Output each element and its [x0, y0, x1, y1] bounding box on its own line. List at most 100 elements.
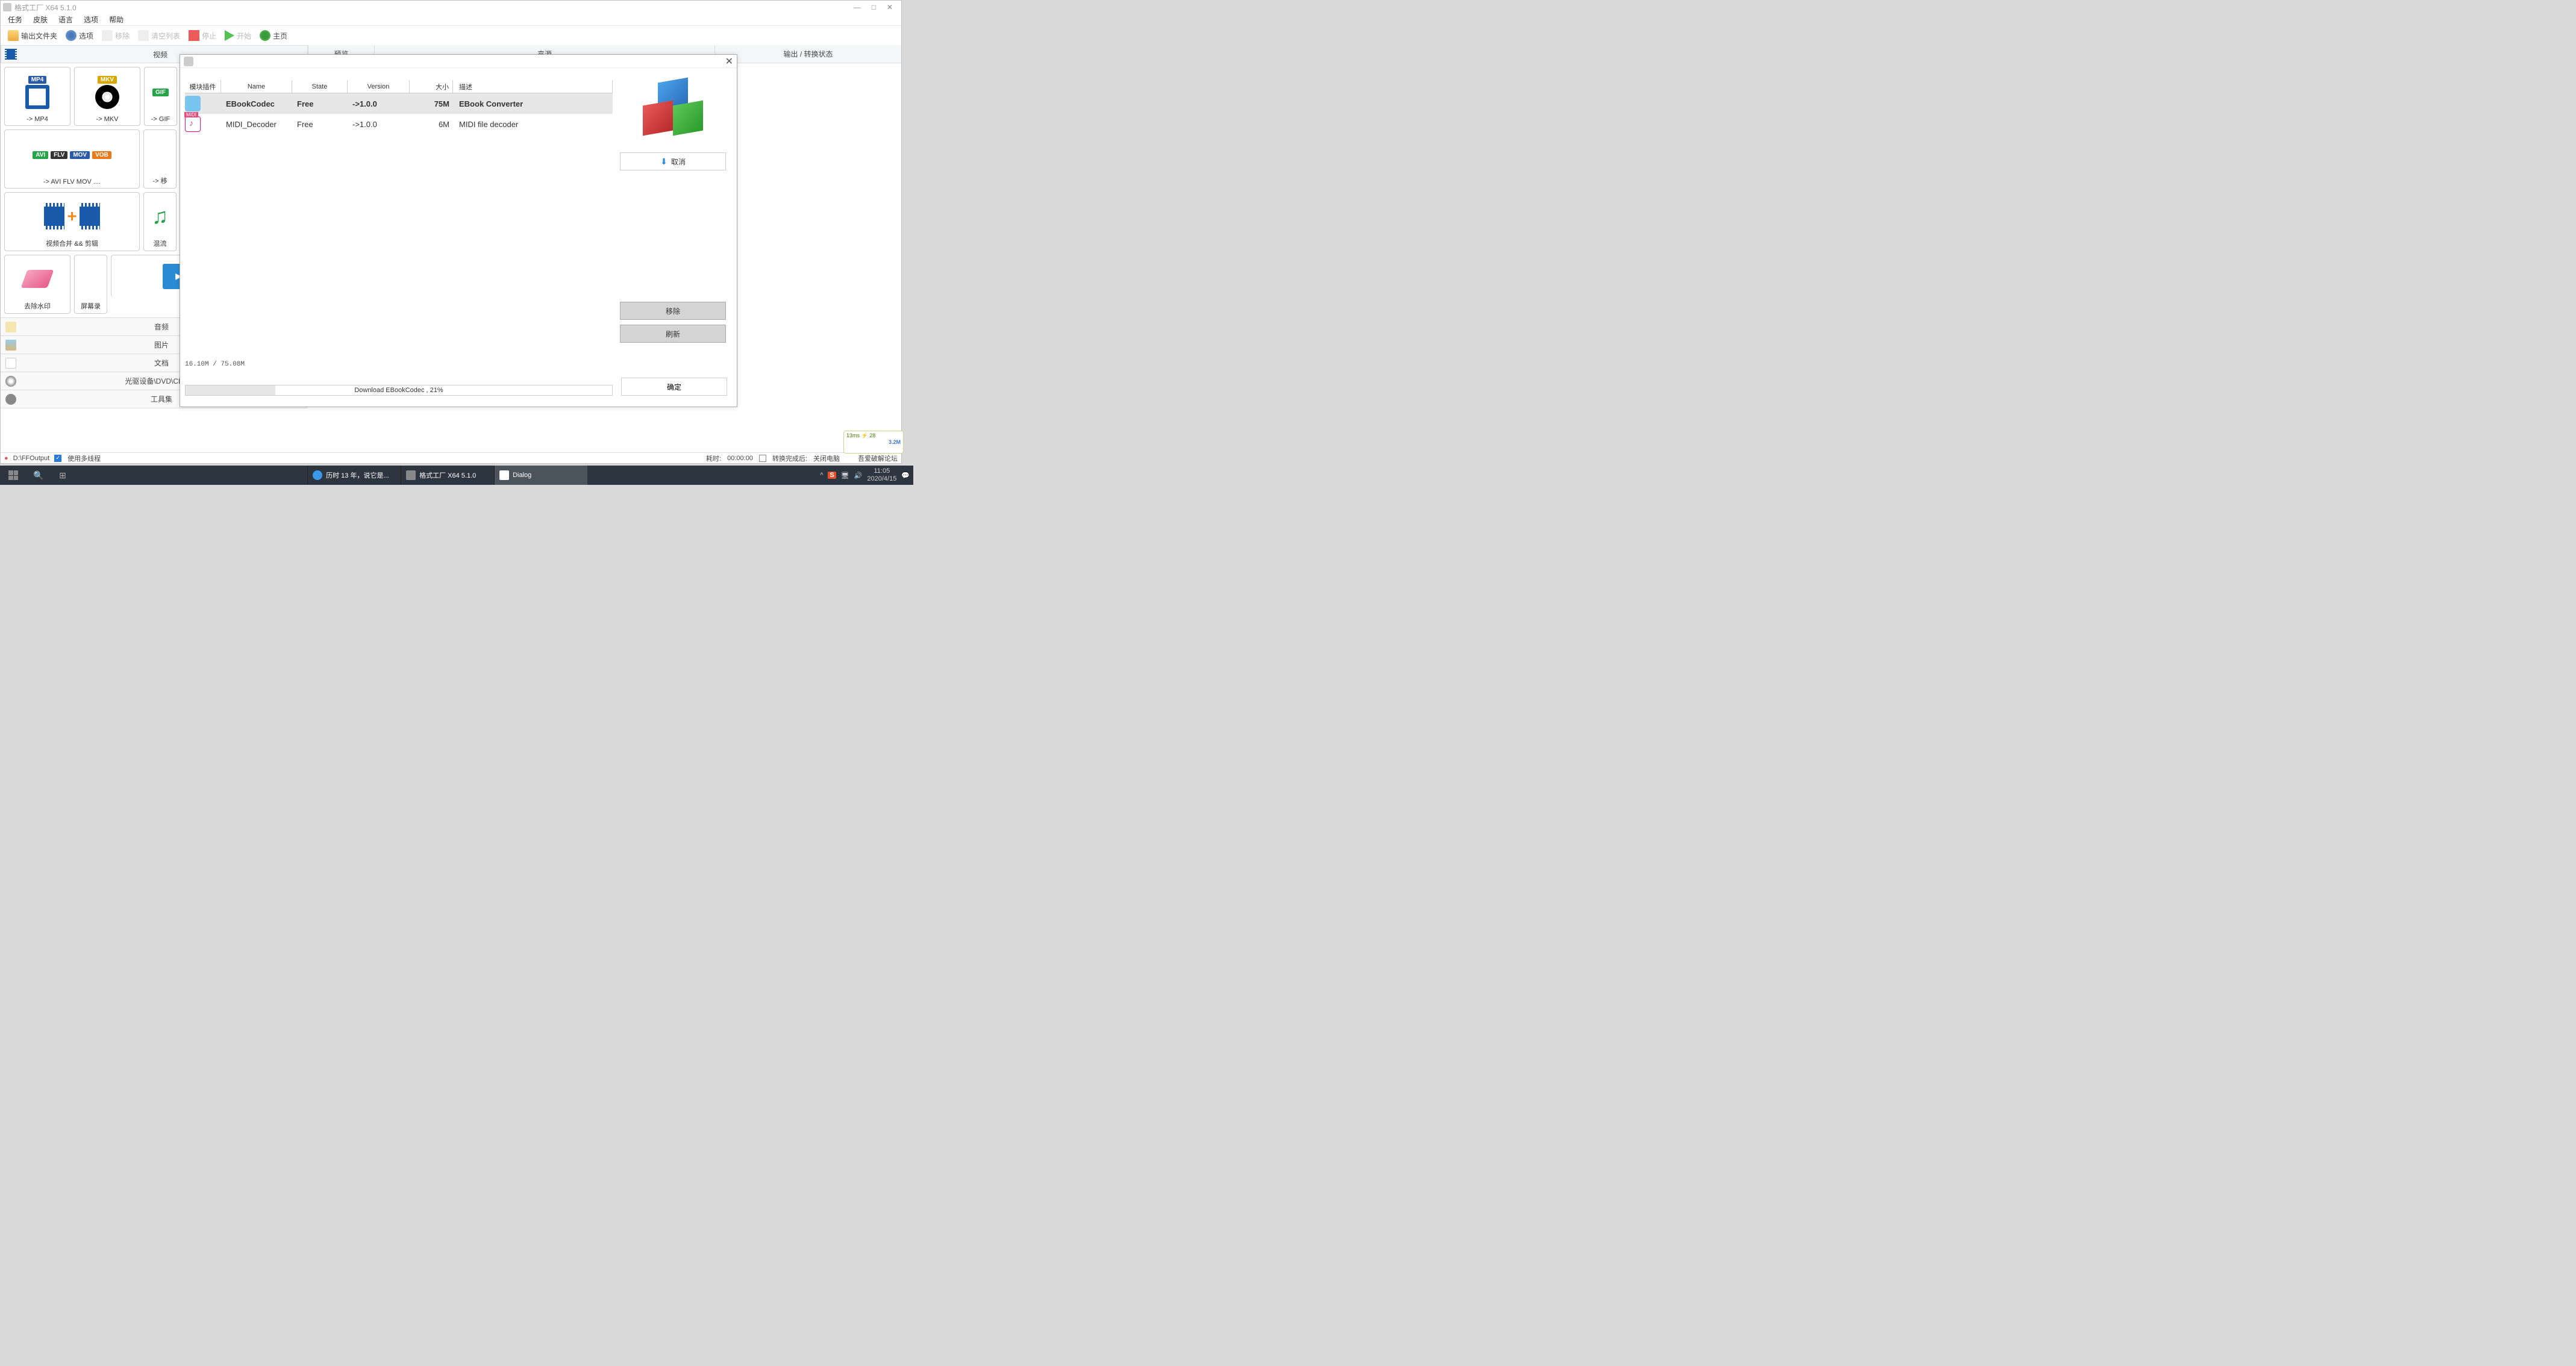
dialog-close-button[interactable]: ✕	[725, 55, 733, 67]
after-checkbox[interactable]	[759, 455, 766, 462]
plugin-dialog: ✕ 模块插件 Name State Version 大小 描述 EBookCod…	[180, 54, 737, 407]
toolbar-remove[interactable]: 移除	[98, 29, 133, 42]
format-mobile[interactable]: -> 移	[143, 129, 177, 189]
elapsed-label: 耗时:	[706, 454, 721, 463]
screenrec-label: 屏幕录	[81, 301, 101, 311]
elapsed-value: 00:00:00	[727, 455, 753, 462]
aviflv-label: -> AVI FLV MOV ....	[43, 178, 101, 186]
progress-label: Download EBookCodec , 21%	[186, 385, 612, 395]
sogou-icon[interactable]: S	[828, 472, 836, 479]
avi-badge: AVI	[33, 151, 48, 159]
play-icon	[225, 30, 234, 41]
tray-up-icon[interactable]: ^	[820, 472, 823, 479]
format-merge-cut[interactable]: + 视频合并 && 剪辑	[4, 192, 140, 251]
toolbar-home[interactable]: 主页	[256, 29, 291, 42]
format-remove-watermark[interactable]: 去除水印	[4, 255, 70, 314]
title-bar: 格式工厂 X64 5.1.0 — □ ✕	[1, 1, 901, 14]
menu-help[interactable]: 帮助	[109, 14, 123, 25]
cell-desc: EBook Converter	[453, 99, 613, 108]
plus-icon: +	[67, 207, 77, 226]
cell-size: 6M	[410, 120, 453, 129]
toolbar-start[interactable]: 开始	[221, 29, 255, 42]
widget-line2: 3.2M	[889, 439, 901, 445]
format-mkv[interactable]: MKV -> MKV	[74, 67, 140, 126]
taskbar-app-formatfactory[interactable]: 格式工厂 X64 5.1.0	[401, 466, 494, 485]
format-mix[interactable]: ♫ 混流	[143, 192, 177, 251]
remove-icon	[102, 30, 113, 41]
toolbar-stop-label: 停止	[202, 31, 216, 41]
toolbar-stop[interactable]: 停止	[185, 29, 220, 42]
format-mp4[interactable]: MP4 -> MP4	[4, 67, 70, 126]
taskbar-search[interactable]: 🔍	[27, 466, 51, 485]
dialog-app-icon	[499, 470, 509, 480]
tray-time: 11:05	[867, 467, 896, 475]
col-desc[interactable]: 描述	[453, 80, 613, 93]
network-widget[interactable]: 13ms ⚡ 28 3.2M	[843, 431, 904, 454]
mix-label: 混流	[154, 239, 167, 248]
cell-name: EBookCodec	[221, 99, 292, 108]
col-size[interactable]: 大小	[410, 80, 453, 93]
output-path[interactable]: D:\FFOutput	[13, 455, 50, 462]
cell-desc: MIDI file decoder	[453, 120, 613, 129]
ok-button[interactable]: 确定	[621, 378, 727, 396]
toolbar-clear-list[interactable]: 清空列表	[134, 29, 184, 42]
stop-icon	[189, 30, 199, 41]
tray-volume-icon[interactable]: 🔊	[854, 472, 863, 479]
after-label: 转换完成后:	[772, 454, 807, 463]
merge-label: 视频合并 && 剪辑	[46, 239, 98, 248]
toolbar-home-label: 主页	[273, 31, 287, 41]
music-note-icon: ♫	[152, 204, 168, 229]
plugin-row-ebook[interactable]: EBookCodec Free ->1.0.0 75M EBook Conver…	[185, 93, 613, 114]
col-version[interactable]: Version	[348, 80, 410, 93]
ff-icon	[406, 470, 416, 480]
tray-network-icon[interactable]: 🖥	[841, 472, 849, 479]
refresh-button[interactable]: 刷新	[620, 325, 726, 343]
close-button[interactable]: ✕	[887, 3, 893, 11]
tray-notifications-icon[interactable]: 💬	[901, 472, 910, 479]
taskbar-task-view[interactable]: ⊞	[51, 466, 75, 485]
film-thumb-icon	[25, 85, 49, 109]
status-bar: ● D:\FFOutput ✓ 使用多线程 耗时: 00:00:00 转换完成后…	[1, 452, 901, 463]
toolbar-options[interactable]: 选项	[62, 29, 97, 42]
tray-clock[interactable]: 11:05 2020/4/15	[867, 467, 896, 483]
multithread-checkbox[interactable]: ✓	[54, 455, 61, 462]
menu-options[interactable]: 选项	[84, 14, 98, 25]
multithread-label: 使用多线程	[67, 454, 101, 463]
menu-lang[interactable]: 语言	[58, 14, 73, 25]
mkv-badge: MKV	[98, 76, 117, 84]
format-avi-flv-mov[interactable]: AVI FLV MOV VOB -> AVI FLV MOV ....	[4, 129, 140, 189]
plugin-row-midi[interactable]: MIDI_Decoder Free ->1.0.0 6M MIDI file d…	[185, 114, 613, 134]
edge-icon	[313, 470, 322, 480]
col-name[interactable]: Name	[221, 80, 292, 93]
ok-label: 确定	[667, 382, 681, 392]
after-value[interactable]: 关闭电脑	[813, 454, 840, 463]
toolbar-output-folder-label: 输出文件夹	[21, 31, 57, 41]
globe-icon	[260, 30, 270, 41]
start-button[interactable]	[0, 466, 27, 485]
taskbar-app-edge[interactable]: 历时 13 年，说它是...	[307, 466, 401, 485]
col-plugin[interactable]: 模块插件	[185, 80, 221, 93]
menu-task[interactable]: 任务	[8, 14, 22, 25]
cancel-button[interactable]: ⬇ 取消	[620, 152, 726, 170]
disc-icon	[5, 376, 16, 387]
toolbar-remove-label: 移除	[115, 31, 130, 41]
plugin-table: 模块插件 Name State Version 大小 描述 EBookCodec…	[185, 80, 613, 357]
widget-line1: 13ms ⚡ 28	[846, 432, 875, 439]
format-screen-record[interactable]: 屏幕录	[74, 255, 107, 314]
taskbar: 🔍 ⊞ 历时 13 年，说它是... 格式工厂 X64 5.1.0 Dialog…	[0, 466, 913, 485]
app-label: 格式工厂 X64 5.1.0	[419, 470, 476, 480]
toolbar-output-folder[interactable]: 输出文件夹	[4, 29, 61, 42]
minimize-button[interactable]: —	[854, 3, 861, 11]
record-icon: ●	[4, 455, 8, 462]
remove-button[interactable]: 移除	[620, 302, 726, 320]
refresh-label: 刷新	[666, 329, 680, 339]
menu-skin[interactable]: 皮肤	[33, 14, 48, 25]
format-gif[interactable]: GIF -> GIF	[144, 67, 177, 126]
col-state[interactable]: State	[292, 80, 348, 93]
mp4-badge: MP4	[28, 76, 47, 84]
remove-label: 移除	[666, 306, 680, 316]
maximize-button[interactable]: □	[872, 3, 876, 11]
system-tray[interactable]: ^ S 🖥 🔊 11:05 2020/4/15 💬	[820, 467, 913, 483]
taskbar-app-dialog[interactable]: Dialog	[494, 466, 587, 485]
progress-text: 16.10M / 75.08M	[185, 361, 613, 368]
